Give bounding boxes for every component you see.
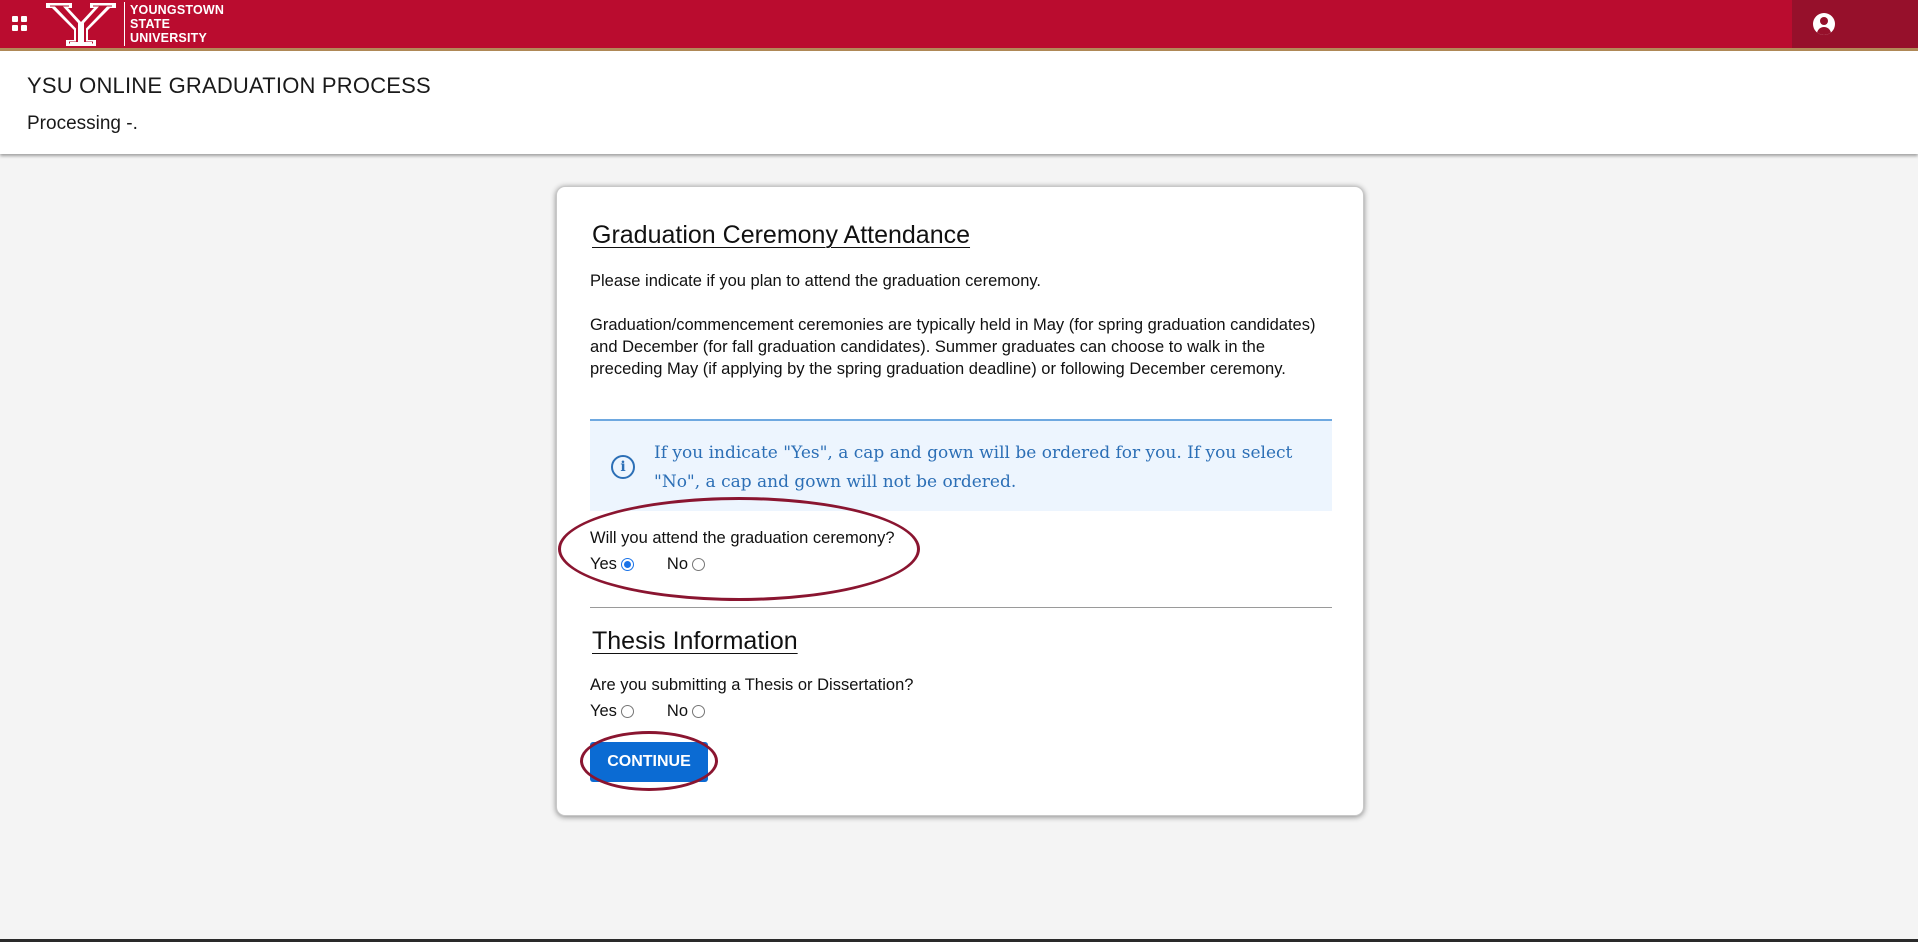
university-logo[interactable]: YOUNGSTOWN STATE UNIVERSITY (44, 0, 224, 48)
logo-divider (124, 2, 125, 46)
section-divider (590, 607, 1332, 608)
thesis-no-option[interactable]: No (666, 702, 706, 721)
ysu-y-logo-icon (46, 3, 116, 46)
thesis-section-title: Thesis Information (592, 627, 798, 655)
thesis-no-label: No (666, 702, 689, 720)
university-name-line2: STATE (130, 17, 171, 31)
ceremony-intro-text: Please indicate if you plan to attend th… (590, 272, 1041, 290)
user-profile-icon[interactable] (1813, 13, 1835, 35)
top-navigation-bar: YOUNGSTOWN STATE UNIVERSITY (0, 0, 1918, 51)
apps-grid-icon[interactable] (12, 16, 28, 32)
thesis-question: Are you submitting a Thesis or Dissertat… (590, 676, 914, 694)
page-header: YSU ONLINE GRADUATION PROCESS Processing… (0, 51, 1918, 154)
ceremony-details-text: Graduation/commencement ceremonies are t… (590, 316, 1316, 378)
user-menu-area (1792, 0, 1918, 48)
page-title: YSU ONLINE GRADUATION PROCESS (27, 73, 431, 98)
thesis-yes-radio[interactable] (620, 705, 634, 718)
university-name-line3: UNIVERSITY (130, 31, 208, 45)
info-callout-text: If you indicate "Yes", a cap and gown wi… (654, 443, 1293, 492)
university-name: YOUNGSTOWN STATE UNIVERSITY (130, 3, 224, 45)
thesis-no-radio[interactable] (692, 705, 706, 718)
ceremony-question-highlight (558, 497, 920, 601)
thesis-yes-option[interactable]: Yes (590, 702, 634, 721)
continue-button-highlight (580, 731, 718, 791)
thesis-radio-group: Yes No (590, 702, 738, 721)
thesis-yes-label: Yes (590, 702, 617, 720)
page-subtitle: Processing -. (27, 113, 138, 134)
ceremony-section-title: Graduation Ceremony Attendance (592, 221, 971, 249)
university-name-line1: YOUNGSTOWN (130, 3, 225, 17)
info-circle-icon: i (611, 455, 635, 479)
